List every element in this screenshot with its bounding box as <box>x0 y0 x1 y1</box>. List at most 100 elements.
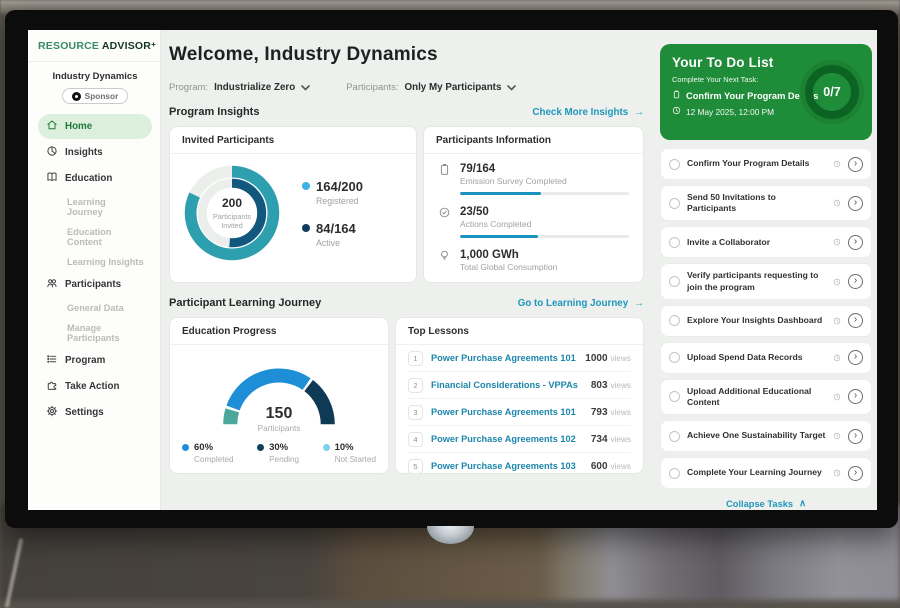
filters-row: Program: Industrialize Zero Participants… <box>169 78 644 96</box>
go-to-learning-journey-link[interactable]: Go to Learning Journey → <box>518 298 644 309</box>
clipboard-icon <box>438 163 451 195</box>
sidebar-item-home[interactable]: Home <box>38 114 152 139</box>
chevron-down-icon <box>301 78 310 96</box>
lesson-title[interactable]: Power Purchase Agreements 101 <box>431 353 579 363</box>
lesson-title[interactable]: Financial Considerations - VPPAs <box>431 380 585 390</box>
legend-label: Registered <box>316 196 363 206</box>
sidebar-item-participants[interactable]: Participants <box>38 272 152 297</box>
legend-item-registered: 164/200 Registered <box>302 179 363 206</box>
stat-label: Total Global Consumption <box>460 262 629 272</box>
sidebar-item-manage-participants[interactable]: Manage Participants <box>38 318 152 347</box>
program-insights-title: Program Insights <box>169 106 259 118</box>
task-label: Confirm Your Program Details <box>687 158 826 169</box>
task-explore-insights[interactable]: Explore Your Insights Dashboard › <box>660 305 872 337</box>
chevron-right-button[interactable]: › <box>848 389 863 404</box>
sidebar-menu: Home Insights Education Learning Journey… <box>38 114 152 425</box>
sidebar-item-insights[interactable]: Insights <box>38 140 152 165</box>
clock-icon <box>672 106 681 117</box>
clock-icon <box>833 427 841 445</box>
task-confirm-program-details[interactable]: Confirm Your Program Details › <box>660 148 872 180</box>
lesson-row[interactable]: 1 Power Purchase Agreements 101 1000 vie… <box>408 345 631 372</box>
lesson-views-suffix: views <box>611 381 631 390</box>
task-checkbox[interactable] <box>669 237 680 248</box>
participants-dropdown[interactable]: Participants: Only My Participants <box>346 78 516 96</box>
lesson-title[interactable]: Power Purchase Agreements 101 <box>431 407 585 417</box>
lesson-row[interactable]: 4 Power Purchase Agreements 102 734 view… <box>408 426 631 453</box>
clock-icon <box>833 388 841 406</box>
legend-item-active: 84/164 Active <box>302 221 363 248</box>
collapse-tasks-link[interactable]: Collapse Tasks ∧ <box>726 498 806 509</box>
task-upload-spend-data[interactable]: Upload Spend Data Records › <box>660 342 872 374</box>
todo-progress-ring: 0/7 <box>805 65 859 119</box>
sidebar-item-program[interactable]: Program <box>38 348 152 373</box>
task-checkbox[interactable] <box>669 431 680 442</box>
people-icon <box>46 277 58 292</box>
task-label: Invite a Collaborator <box>687 237 826 248</box>
check-more-insights-link[interactable]: Check More Insights → <box>532 107 644 118</box>
task-checkbox[interactable] <box>669 352 680 363</box>
stat-value: 23/50 <box>460 206 629 218</box>
task-checkbox[interactable] <box>669 315 680 326</box>
lesson-title[interactable]: Power Purchase Agreements 102 <box>431 434 585 444</box>
lesson-row[interactable]: 3 Power Purchase Agreements 101 793 view… <box>408 399 631 426</box>
sidebar-item-education[interactable]: Education <box>38 166 152 191</box>
task-checkbox[interactable] <box>669 276 680 287</box>
puzzle-icon <box>46 379 58 394</box>
sidebar-item-general-data[interactable]: General Data <box>38 298 152 317</box>
sidebar-item-settings[interactable]: Settings <box>38 400 152 425</box>
home-icon <box>46 119 58 134</box>
program-dropdown[interactable]: Program: Industrialize Zero <box>169 78 310 96</box>
card-title: Education Progress <box>170 318 388 345</box>
task-checkbox[interactable] <box>669 468 680 479</box>
invited-participants-card: Invited Participants 200 Partic <box>169 126 417 283</box>
sidebar-item-take-action[interactable]: Take Action <box>38 374 152 399</box>
gear-icon <box>46 405 58 420</box>
task-achieve-sustainability-target[interactable]: Achieve One Sustainability Target › <box>660 420 872 452</box>
education-progress-card: Education Progress 150 Participants <box>169 317 389 474</box>
task-complete-learning-journey[interactable]: Complete Your Learning Journey › <box>660 457 872 489</box>
lesson-views-suffix: views <box>611 408 631 417</box>
clock-icon <box>833 273 841 291</box>
task-checkbox[interactable] <box>669 159 680 170</box>
stat-actions-completed: 23/50 Actions Completed <box>438 206 629 238</box>
chevron-right-button[interactable]: › <box>848 157 863 172</box>
chevron-right-button[interactable]: › <box>848 196 863 211</box>
legend-dot <box>257 444 264 451</box>
legend-dot <box>182 444 189 451</box>
clock-icon <box>833 349 841 367</box>
check-circle-icon <box>438 206 451 238</box>
chevron-right-button[interactable]: › <box>848 429 863 444</box>
task-invite-collaborator[interactable]: Invite a Collaborator › <box>660 226 872 258</box>
dashboard-screen: RESOURCE ADVISOR+ Industry Dynamics Spon… <box>28 30 877 510</box>
task-checkbox[interactable] <box>669 391 680 402</box>
top-lessons-card: Top Lessons 1 Power Purchase Agreements … <box>395 317 644 474</box>
link-label: Go to Learning Journey <box>518 298 629 309</box>
card-title: Participants Information <box>424 127 643 154</box>
sidebar-item-learning-insights[interactable]: Learning Insights <box>38 252 152 271</box>
task-label: Complete Your Learning Journey <box>687 467 826 478</box>
task-send-invitations[interactable]: Send 50 Invitations to Participants › <box>660 185 872 221</box>
chevron-right-button[interactable]: › <box>848 350 863 365</box>
chevron-right-button[interactable]: › <box>848 313 863 328</box>
clipboard-icon <box>672 90 681 101</box>
task-verify-participants[interactable]: Verify participants requesting to join t… <box>660 263 872 299</box>
legend-label: Completed <box>194 455 234 464</box>
lesson-title[interactable]: Power Purchase Agreements 103 <box>431 461 585 471</box>
task-label: Achieve One Sustainability Target <box>687 430 826 441</box>
donut-center-value: 200 <box>222 196 242 210</box>
sidebar-item-learning-journey[interactable]: Learning Journey <box>38 192 152 221</box>
participants-label: Participants: <box>346 82 398 93</box>
legend-label: Active <box>316 238 363 248</box>
sidebar-item-education-content[interactable]: Education Content <box>38 222 152 251</box>
lightbulb-icon <box>438 249 451 272</box>
lesson-row[interactable]: 2 Financial Considerations - VPPAs 803 v… <box>408 372 631 399</box>
chevron-right-button[interactable]: › <box>848 235 863 250</box>
logo-plus: + <box>151 40 156 49</box>
chevron-right-button[interactable]: › <box>848 274 863 289</box>
gauge-center-label: Participants <box>214 424 344 433</box>
task-upload-educational-content[interactable]: Upload Additional Educational Content › <box>660 379 872 415</box>
lesson-row[interactable]: 5 Power Purchase Agreements 103 600 view… <box>408 453 631 474</box>
chevron-right-button[interactable]: › <box>848 466 863 481</box>
task-checkbox[interactable] <box>669 198 680 209</box>
donut-center-label: Participants Invited <box>206 212 258 230</box>
